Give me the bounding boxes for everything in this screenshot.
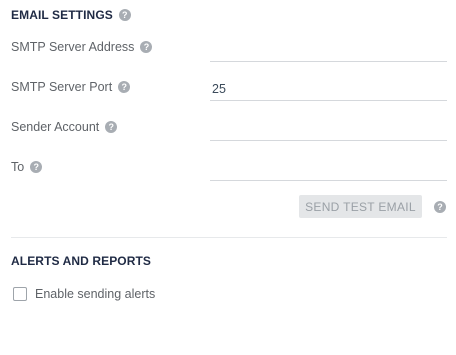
to-label-group: To ? — [11, 158, 43, 176]
question-circle-icon[interactable]: ? — [30, 161, 43, 173]
question-circle-icon[interactable]: ? — [434, 201, 446, 213]
settings-panel: EMAIL SETTINGS ? SMTP Server Address ? S… — [0, 0, 456, 355]
sender-account-label: Sender Account — [11, 120, 100, 134]
alerts-reports-heading: ALERTS AND REPORTS — [11, 254, 151, 268]
enable-alerts-label: Enable sending alerts — [35, 287, 156, 301]
smtp-server-port-label: SMTP Server Port — [11, 80, 113, 94]
send-test-email-button[interactable]: SEND TEST EMAIL — [299, 195, 422, 218]
smtp-server-address-label: SMTP Server Address — [11, 40, 135, 54]
checkbox-unchecked-icon[interactable] — [13, 287, 27, 301]
section-divider — [11, 237, 447, 238]
enable-alerts-option[interactable]: Enable sending alerts — [13, 287, 155, 301]
smtp-server-port-label-group: SMTP Server Port ? — [11, 78, 131, 96]
question-circle-icon[interactable]: ? — [118, 9, 131, 21]
to-label: To — [11, 160, 25, 174]
to-input[interactable] — [210, 157, 447, 181]
question-circle-icon[interactable]: ? — [105, 121, 118, 133]
smtp-server-address-input[interactable] — [210, 38, 447, 62]
sender-account-label-group: Sender Account ? — [11, 118, 118, 136]
alerts-reports-title: ALERTS AND REPORTS — [11, 254, 152, 268]
sender-account-input[interactable] — [210, 117, 447, 141]
question-circle-icon[interactable]: ? — [140, 41, 153, 53]
smtp-server-address-label-group: SMTP Server Address ? — [11, 38, 153, 56]
email-settings-title: EMAIL SETTINGS — [11, 8, 113, 22]
smtp-server-port-input[interactable] — [210, 77, 447, 101]
email-settings-heading: EMAIL SETTINGS ? — [11, 8, 131, 22]
question-circle-icon[interactable]: ? — [118, 81, 131, 93]
